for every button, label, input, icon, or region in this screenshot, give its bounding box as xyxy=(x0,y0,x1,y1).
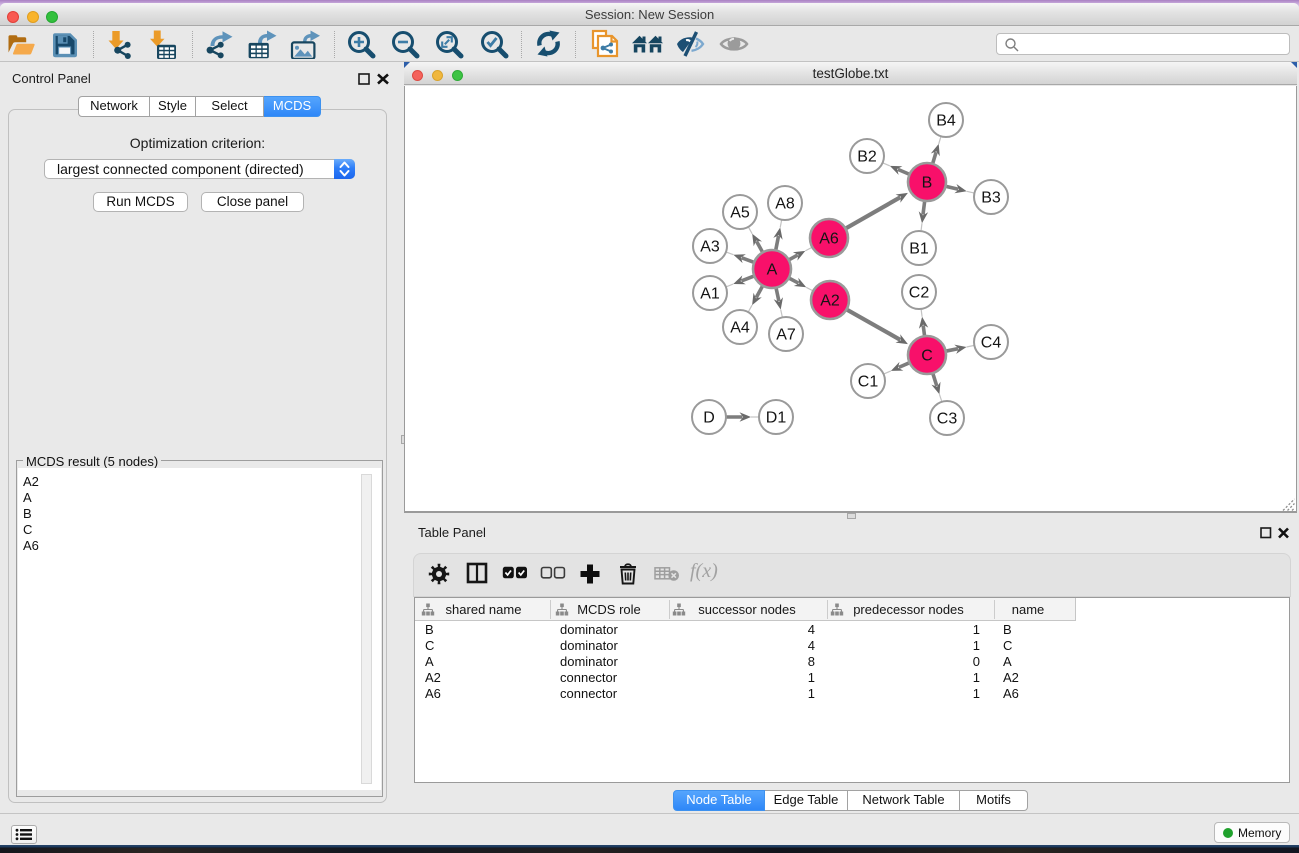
svg-text:A2: A2 xyxy=(820,293,840,310)
svg-text:A4: A4 xyxy=(730,320,750,337)
svg-text:B1: B1 xyxy=(909,241,929,258)
svg-text:C2: C2 xyxy=(909,285,930,302)
svg-text:A6: A6 xyxy=(819,231,839,248)
svg-text:C3: C3 xyxy=(937,411,958,428)
svg-text:B4: B4 xyxy=(936,113,956,130)
svg-text:D1: D1 xyxy=(766,410,787,427)
svg-text:B2: B2 xyxy=(857,149,877,166)
svg-text:C: C xyxy=(921,348,933,365)
svg-text:C4: C4 xyxy=(981,335,1002,352)
svg-text:B: B xyxy=(922,175,933,192)
svg-text:B3: B3 xyxy=(981,190,1001,207)
svg-text:A5: A5 xyxy=(730,205,750,222)
svg-text:A1: A1 xyxy=(700,286,720,303)
svg-text:C1: C1 xyxy=(858,374,879,391)
svg-text:A: A xyxy=(767,262,778,279)
svg-text:A7: A7 xyxy=(776,327,796,344)
svg-text:A8: A8 xyxy=(775,196,795,213)
svg-text:D: D xyxy=(703,410,715,427)
svg-text:A3: A3 xyxy=(700,239,720,256)
